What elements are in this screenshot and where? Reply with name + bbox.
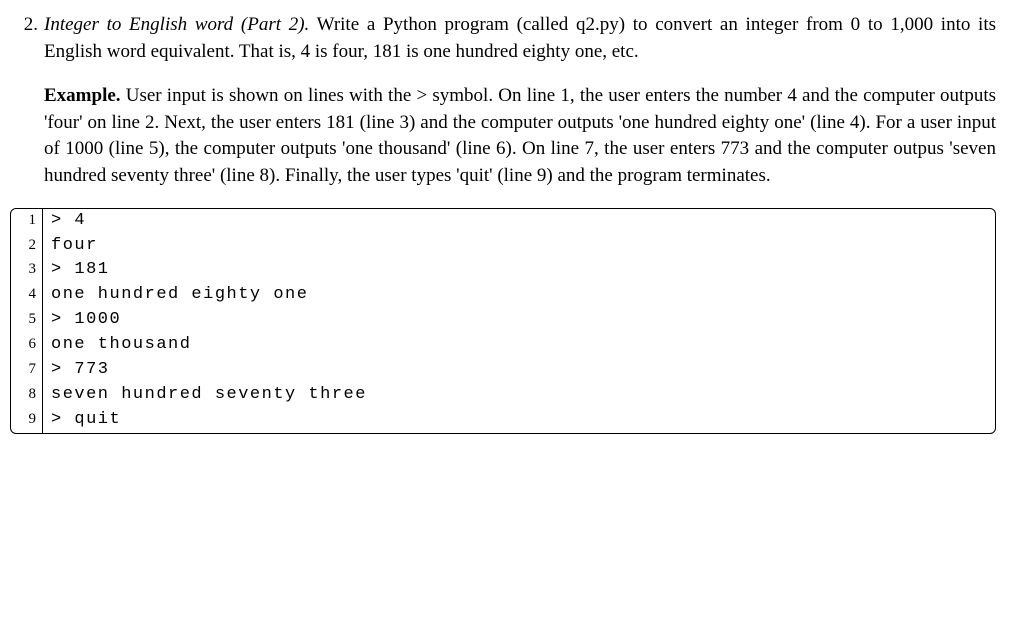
line-number: 8 [11,383,43,408]
line-number: 6 [11,333,43,358]
example-text: User input is shown on lines with the > … [44,85,996,186]
problem-body: Integer to English word (Part 2). Write … [44,12,996,434]
code-line: > 773 [43,358,118,383]
code-line: > 181 [43,258,118,283]
code-row: 9 > quit [11,408,995,433]
code-listing: 1 > 4 2 four 3 > 181 4 one hundred eight… [10,208,996,434]
code-line: seven hundred seventy three [43,383,375,408]
code-line: one hundred eighty one [43,283,316,308]
problem-number: 2. [10,12,44,39]
problem-title: Integer to English word (Part 2). [44,14,309,35]
code-row: 5 > 1000 [11,308,995,333]
code-row: 8 seven hundred seventy three [11,383,995,408]
code-row: 1 > 4 [11,209,995,234]
code-line: > 1000 [43,308,129,333]
line-number: 4 [11,283,43,308]
line-number: 3 [11,258,43,283]
code-line: four [43,234,106,259]
problem-item: 2. Integer to English word (Part 2). Wri… [10,12,996,434]
line-number: 5 [11,308,43,333]
code-line: > quit [43,408,129,433]
code-row: 4 one hundred eighty one [11,283,995,308]
line-number: 1 [11,209,43,234]
code-row: 6 one thousand [11,333,995,358]
example-label: Example. [44,85,121,106]
code-row: 3 > 181 [11,258,995,283]
example-paragraph: Example. User input is shown on lines wi… [44,83,996,189]
code-line: one thousand [43,333,199,358]
line-number: 9 [11,408,43,433]
line-number: 7 [11,358,43,383]
problem-intro: Integer to English word (Part 2). Write … [44,12,996,65]
code-row: 2 four [11,234,995,259]
line-number: 2 [11,234,43,259]
code-line: > 4 [43,209,94,234]
code-row: 7 > 773 [11,358,995,383]
